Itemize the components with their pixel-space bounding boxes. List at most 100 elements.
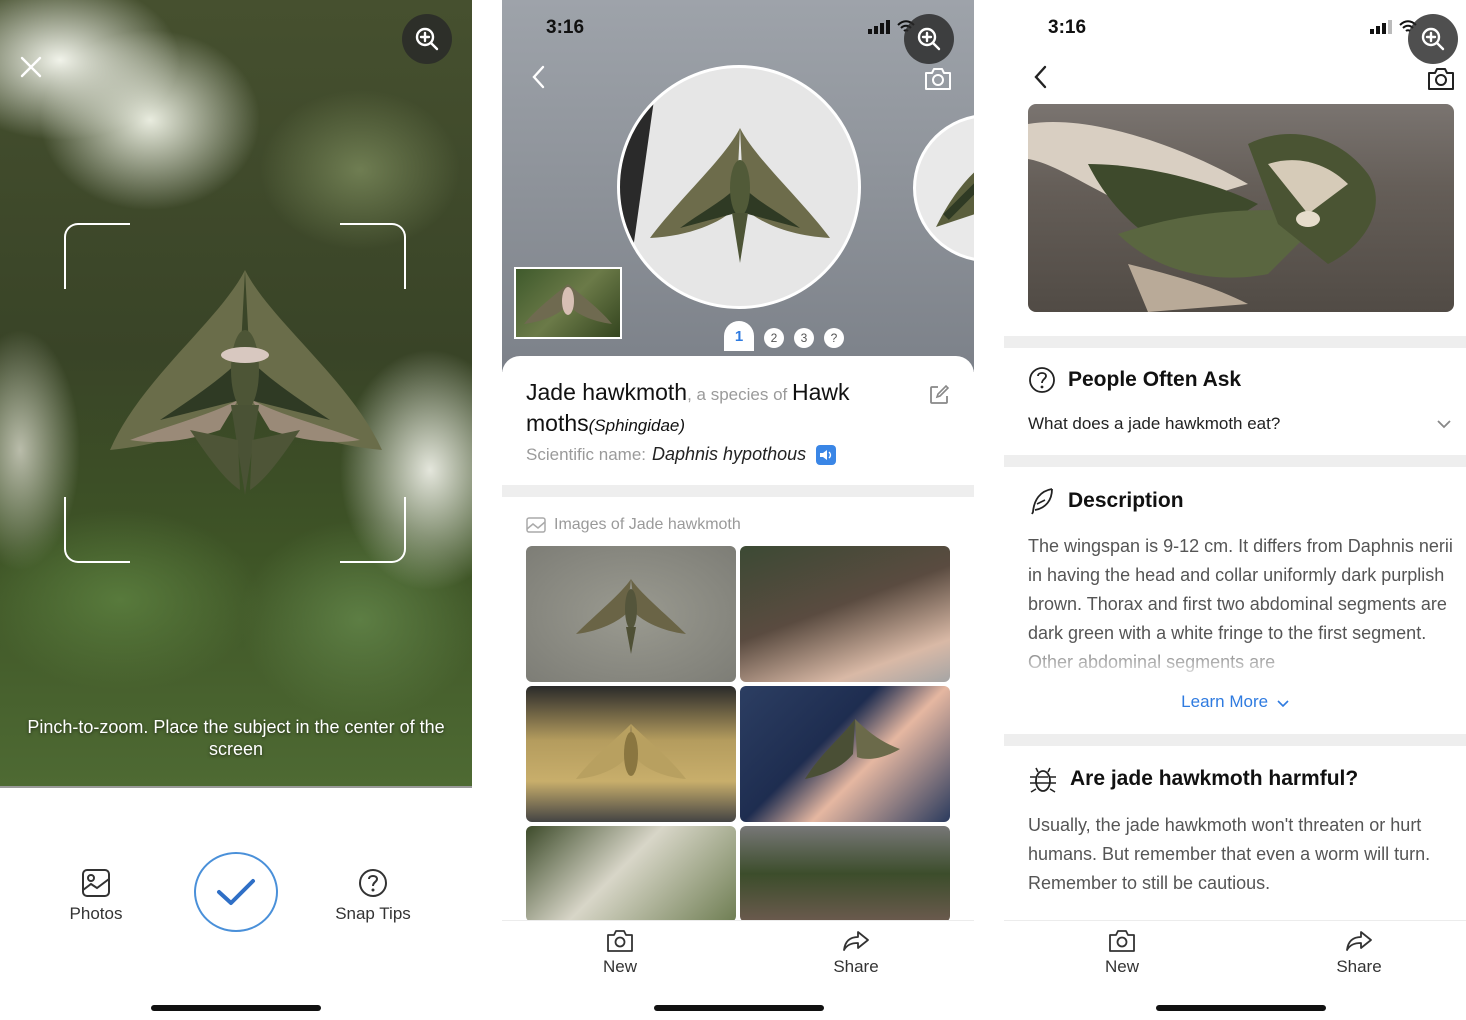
question-icon (1029, 367, 1055, 393)
status-time: 3:16 (1048, 17, 1087, 38)
section-divider (502, 485, 974, 497)
photos-icon (82, 869, 110, 897)
zoom-button[interactable] (1408, 14, 1458, 64)
home-indicator[interactable] (654, 1005, 824, 1011)
gallery-image[interactable] (740, 826, 950, 922)
harmful-title: Are jade hawkmoth harmful? (1070, 767, 1359, 790)
section-divider (1004, 336, 1466, 348)
focus-frame-corner-bottom-left (64, 497, 130, 563)
moth-photo (576, 724, 686, 779)
gallery-image[interactable] (740, 686, 950, 822)
species-connector: , a species of (687, 385, 792, 404)
result-pager: 1 2 3 ? (724, 321, 844, 351)
description-title: Description (1068, 489, 1184, 512)
description-fade (1004, 640, 1466, 690)
moth-photo (650, 128, 830, 263)
species-hero-image[interactable] (1028, 104, 1454, 312)
zoom-in-icon (1421, 27, 1445, 51)
pager-dot-2[interactable]: 2 (764, 328, 784, 348)
scientific-name-row: Scientific name: Daphnis hypothous (526, 444, 837, 465)
zoom-button[interactable] (904, 14, 954, 64)
pager-dot-3[interactable]: 3 (794, 328, 814, 348)
description-section: Description (1028, 486, 1454, 516)
back-icon[interactable] (1030, 64, 1052, 90)
people-often-ask-section: People Often Ask (1028, 366, 1454, 394)
faq-question[interactable]: What does a jade hawkmoth eat? (1028, 414, 1454, 434)
images-heading: Images of Jade hawkmoth (526, 516, 741, 534)
species-card: Jade hawkmoth, a species of Hawk moths(S… (502, 356, 974, 486)
bug-icon (1030, 767, 1056, 793)
share-tab-label: Share (1336, 957, 1382, 976)
camera-icon[interactable] (923, 66, 953, 92)
share-icon (1346, 931, 1372, 951)
feather-icon (1031, 488, 1053, 515)
new-tab[interactable]: New (570, 929, 670, 977)
speaker-icon[interactable] (816, 444, 837, 465)
scientific-name: Daphnis hypothous (652, 444, 807, 464)
main-result-image[interactable] (617, 65, 861, 309)
harmful-text: Usually, the jade hawkmoth won't threate… (1028, 815, 1431, 893)
checkmark-icon (217, 879, 255, 905)
moth-photo-alt (936, 172, 974, 227)
moth-photo (1028, 122, 1376, 312)
captured-photo-thumbnail[interactable] (514, 267, 622, 339)
moth-photo (576, 579, 686, 654)
pager-dot-1[interactable]: 1 (724, 321, 754, 351)
back-icon[interactable] (528, 64, 550, 90)
photos-button[interactable]: Photos (36, 868, 156, 924)
result-screen: 1 2 3 ? 3:16 Jade hawkmoth, a species of… (502, 0, 974, 1020)
snap-tips-button[interactable]: Snap Tips (313, 868, 433, 924)
camera-viewfinder[interactable]: Pinch-to-zoom. Place the subject in the … (0, 0, 472, 786)
new-tab[interactable]: New (1072, 929, 1172, 977)
moth-photo (805, 719, 900, 779)
home-indicator[interactable] (151, 1005, 321, 1011)
learn-more-link[interactable]: Learn More (1004, 692, 1466, 712)
image-icon (526, 517, 546, 533)
gallery-image[interactable] (526, 686, 736, 822)
edit-icon[interactable] (928, 384, 950, 406)
zoom-in-icon (415, 27, 439, 51)
signal-icon (868, 20, 890, 34)
focus-frame-corner-bottom-right (340, 497, 406, 563)
moth-thumbnail (524, 284, 612, 324)
photos-label: Photos (69, 904, 123, 923)
camera-hint-text: Pinch-to-zoom. Place the subject in the … (27, 717, 445, 759)
share-tab[interactable]: Share (806, 929, 906, 977)
species-title: Jade hawkmoth, a species of Hawk moths(S… (526, 378, 906, 440)
zoom-button[interactable] (402, 14, 452, 64)
people-often-ask-title: People Often Ask (1068, 368, 1242, 391)
family-name: (Sphingidae) (588, 416, 686, 435)
camera-screen: Pinch-to-zoom. Place the subject in the … (0, 0, 472, 1020)
focus-frame-corner-top-left (64, 223, 130, 289)
new-tab-label: New (1104, 957, 1139, 976)
focus-frame-corner-top-right (340, 223, 406, 289)
capture-button[interactable] (194, 852, 278, 932)
detail-screen: 3:16 People Often Ask What does a jade h… (1004, 0, 1466, 1020)
home-indicator[interactable] (1156, 1005, 1326, 1011)
signal-icon (1370, 20, 1392, 34)
share-icon (843, 931, 869, 951)
snap-tips-label: Snap Tips (335, 904, 411, 923)
chevron-down-icon[interactable] (1436, 418, 1452, 430)
chevron-down-icon (1277, 700, 1289, 708)
status-time: 3:16 (546, 17, 585, 38)
common-name[interactable]: Jade hawkmoth (526, 379, 687, 405)
question-icon (359, 869, 387, 897)
zoom-in-icon (917, 27, 941, 51)
pager-dot-unknown[interactable]: ? (824, 328, 844, 348)
section-divider (1004, 455, 1466, 467)
camera-icon (607, 930, 633, 952)
share-tab-label: Share (833, 957, 879, 976)
alternate-result-image[interactable] (913, 114, 974, 262)
harmful-section: Are jade hawkmoth harmful? (1028, 764, 1454, 794)
share-tab[interactable]: Share (1309, 929, 1409, 977)
camera-icon (1109, 930, 1135, 952)
species-image-gallery (526, 546, 950, 922)
new-tab-label: New (602, 957, 637, 976)
camera-icon[interactable] (1426, 66, 1456, 92)
gallery-image[interactable] (526, 826, 736, 922)
gallery-image[interactable] (740, 546, 950, 682)
gallery-image[interactable] (526, 546, 736, 682)
images-heading-text: Images of Jade hawkmoth (554, 516, 741, 533)
close-icon[interactable] (18, 54, 44, 80)
